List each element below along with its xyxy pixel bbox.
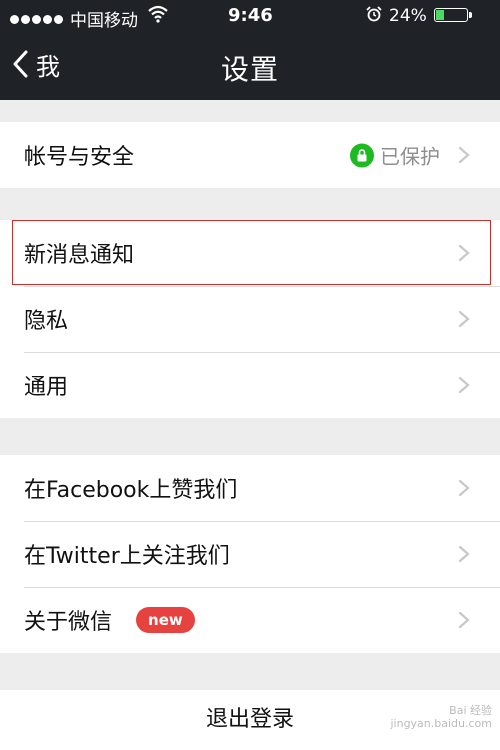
status-time: 9:46 — [228, 5, 273, 26]
battery-icon — [434, 8, 472, 22]
settings-item-privacy[interactable]: 隐私 — [0, 286, 500, 352]
settings-item-label: 在Twitter上关注我们 — [24, 544, 230, 569]
settings-item-twitter-follow[interactable]: 在Twitter上关注我们 — [0, 521, 500, 587]
settings-item-label: 通用 — [24, 375, 69, 400]
settings-group-about: 在Facebook上赞我们 在Twitter上关注我们 关于微信 new — [0, 455, 500, 653]
settings-item-general[interactable]: 通用 — [0, 352, 500, 418]
watermark-line-2: jingyan.baidu.com — [390, 717, 492, 730]
settings-item-label: 隐私 — [24, 309, 69, 334]
settings-item-new-message-notification[interactable]: 新消息通知 — [0, 220, 500, 286]
watermark-line-1: Bai 经验 — [449, 704, 492, 717]
page-title: 设置 — [220, 53, 279, 86]
settings-item-label: 帐号与安全 — [24, 145, 135, 170]
settings-item-facebook-like[interactable]: 在Facebook上赞我们 — [0, 455, 500, 521]
chevron-right-icon — [458, 310, 470, 328]
settings-item-label: 在Facebook上赞我们 — [24, 478, 238, 503]
chevron-right-icon — [458, 479, 470, 497]
battery-percent: 24% — [389, 6, 427, 26]
top-bar: 中国移动 9:46 24% 我 设置 — [0, 0, 500, 100]
carrier-name: 中国移动 — [70, 11, 138, 31]
settings-group-general: 新消息通知 隐私 通用 — [0, 220, 500, 418]
wifi-icon — [148, 5, 168, 23]
settings-item-about-wechat[interactable]: 关于微信 new — [0, 587, 500, 653]
chevron-right-icon — [458, 376, 470, 394]
lock-icon — [350, 143, 374, 167]
chevron-right-icon — [458, 545, 470, 563]
chevron-right-icon — [458, 244, 470, 262]
chevron-right-icon — [458, 146, 470, 164]
protection-status: 已保护 — [350, 141, 440, 170]
protection-status-text: 已保护 — [380, 144, 440, 169]
alarm-clock-icon — [366, 6, 382, 22]
chevron-right-icon — [458, 611, 470, 629]
settings-item-label: 新消息通知 — [24, 243, 135, 268]
status-bar: 中国移动 9:46 24% — [0, 0, 500, 32]
settings-item-account-security[interactable]: 帐号与安全 已保护 — [0, 122, 500, 188]
navigation-bar: 我 设置 — [0, 32, 500, 100]
settings-item-label: 关于微信 — [24, 610, 113, 635]
watermark: Bai 经验 jingyan.baidu.com — [390, 704, 492, 730]
settings-group-account: 帐号与安全 已保护 — [0, 122, 500, 188]
signal-strength-icon — [10, 9, 65, 29]
new-badge: new — [136, 607, 195, 633]
